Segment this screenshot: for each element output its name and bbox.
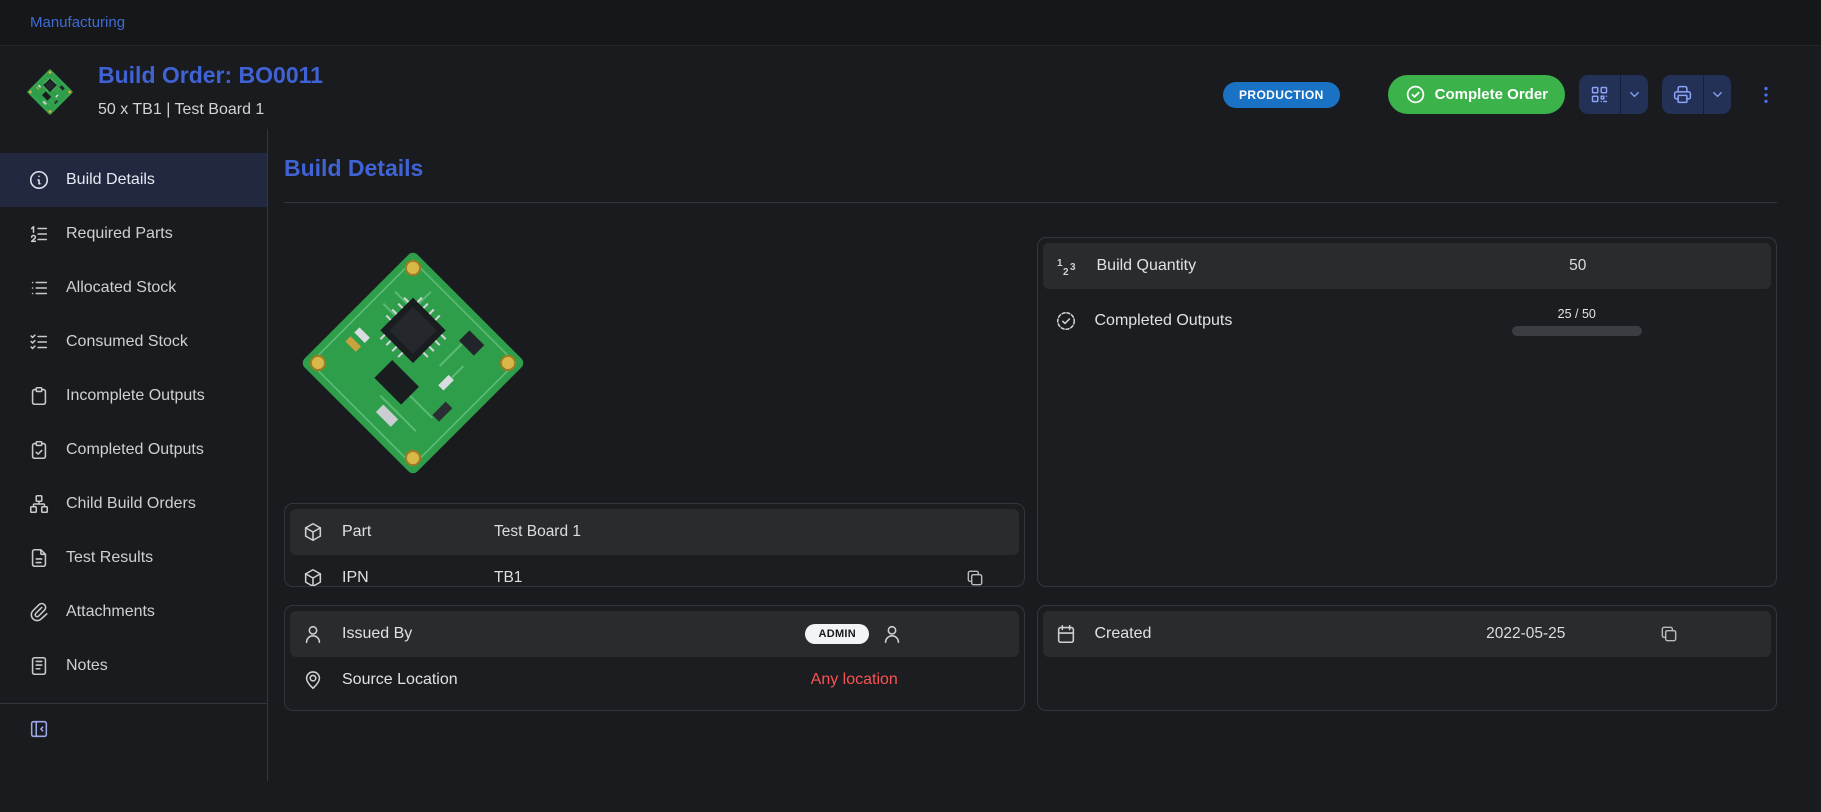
check-circle-icon <box>1405 84 1426 105</box>
notes-icon <box>28 655 50 677</box>
page-header: Build Order: BO0011 50 x TB1 | Test Boar… <box>0 46 1821 129</box>
sidebar-item-test-results[interactable]: Test Results <box>0 531 267 585</box>
sidebar-item-label: Allocated Stock <box>66 279 176 297</box>
sidebar-item-completed-outputs[interactable]: Completed Outputs <box>0 423 267 477</box>
sidebar-item-notes[interactable]: Notes <box>0 639 267 693</box>
detail-value: TB1 <box>494 569 522 587</box>
package-icon <box>302 567 324 587</box>
copy-button[interactable] <box>963 566 987 587</box>
sidebar-item-label: Consumed Stock <box>66 333 188 351</box>
clipboard-check-icon <box>28 439 50 461</box>
detail-label: Completed Outputs <box>1095 310 1395 332</box>
part-image[interactable] <box>284 237 542 489</box>
sidebar-collapse-button[interactable] <box>26 716 52 742</box>
sidebar: Build Details Required Parts Allocated S… <box>0 129 268 781</box>
part-details-panel: Part Test Board 1 IPN TB1 Status PRODUCT… <box>284 503 1025 587</box>
copy-button[interactable] <box>1657 622 1681 646</box>
created-value: 2022-05-25 <box>1486 625 1565 643</box>
detail-row-ipn: IPN TB1 <box>290 555 1019 587</box>
barcode-actions-caret[interactable] <box>1620 75 1648 114</box>
print-actions-caret[interactable] <box>1703 75 1731 114</box>
sidebar-item-allocated-stock[interactable]: Allocated Stock <box>0 261 267 315</box>
sidebar-item-label: Build Details <box>66 171 155 189</box>
detail-label: Build Quantity <box>1097 255 1397 277</box>
sidebar-item-attachments[interactable]: Attachments <box>0 585 267 639</box>
sidebar-item-build-details[interactable]: Build Details <box>0 153 267 207</box>
paperclip-icon <box>28 601 50 623</box>
sidebar-collapse-icon <box>28 718 50 740</box>
created-panel: Created 2022-05-25 <box>1037 605 1778 711</box>
package-icon <box>302 521 324 543</box>
heading-divider <box>284 202 1777 203</box>
part-link[interactable]: Test Board 1 <box>494 523 581 541</box>
list-numbers-icon <box>28 223 50 245</box>
clock-check-icon <box>1055 310 1077 332</box>
user-icon <box>881 623 903 645</box>
sidebar-item-child-build-orders[interactable]: Child Build Orders <box>0 477 267 531</box>
complete-order-button[interactable]: Complete Order <box>1388 75 1565 114</box>
clipboard-icon <box>28 385 50 407</box>
list-check-icon <box>28 331 50 353</box>
chevron-down-icon <box>1710 87 1725 102</box>
qr-code-icon <box>1589 84 1610 105</box>
chevron-down-icon <box>1627 87 1642 102</box>
completed-outputs-progress: 25 / 50 <box>1512 307 1642 336</box>
detail-row-part: Part Test Board 1 <box>290 509 1019 555</box>
panel-heading: Build Details <box>284 155 1777 182</box>
breadcrumb: Manufacturing <box>0 0 1821 46</box>
build-quantity-panel: Build Quantity 50 Completed Outputs 25 /… <box>1037 237 1778 587</box>
page-subtitle: 50 x TB1 | Test Board 1 <box>98 101 323 119</box>
barcode-actions-button[interactable] <box>1579 75 1648 114</box>
printer-icon <box>1672 84 1693 105</box>
issued-by-badge: ADMIN <box>805 624 869 644</box>
detail-label: Issued By <box>342 623 702 645</box>
sidebar-item-label: Notes <box>66 657 108 675</box>
dots-vertical-icon <box>1755 84 1777 106</box>
detail-row-source-location: Source Location Any location <box>290 657 1019 703</box>
sidebar-item-label: Completed Outputs <box>66 441 204 459</box>
source-location-value: Any location <box>811 671 898 689</box>
main-panel: Build Details Part Test Board 1 IPN <box>268 129 1821 781</box>
sidebar-item-label: Incomplete Outputs <box>66 387 205 405</box>
build-order-thumbnail-image[interactable] <box>24 66 76 118</box>
sidebar-item-incomplete-outputs[interactable]: Incomplete Outputs <box>0 369 267 423</box>
detail-label: Part <box>342 521 494 543</box>
detail-label: Created <box>1095 623 1395 645</box>
test-report-icon <box>28 547 50 569</box>
sitemap-icon <box>28 493 50 515</box>
progress-bar <box>1512 326 1642 336</box>
pcb-image <box>287 237 539 489</box>
copy-icon <box>965 568 985 587</box>
print-actions-button[interactable] <box>1662 75 1731 114</box>
complete-order-label: Complete Order <box>1435 86 1548 103</box>
issue-details-panel: Issued By ADMIN Source Location Any loca… <box>284 605 1025 711</box>
calendar-icon <box>1055 623 1077 645</box>
sidebar-item-label: Required Parts <box>66 225 173 243</box>
sidebar-item-consumed-stock[interactable]: Consumed Stock <box>0 315 267 369</box>
detail-label: IPN <box>342 567 494 587</box>
build-quantity-value: 50 <box>1569 257 1586 275</box>
detail-row-created: Created 2022-05-25 <box>1043 611 1772 657</box>
sidebar-item-label: Child Build Orders <box>66 495 196 513</box>
detail-row-completed-outputs: Completed Outputs 25 / 50 <box>1043 289 1772 353</box>
info-circle-icon <box>28 169 50 191</box>
list-icon <box>28 277 50 299</box>
detail-row-issued-by: Issued By ADMIN <box>290 611 1019 657</box>
breadcrumb-link-manufacturing[interactable]: Manufacturing <box>30 14 125 31</box>
status-badge: PRODUCTION <box>1223 82 1340 108</box>
map-pin-icon <box>302 669 324 691</box>
sidebar-item-label: Test Results <box>66 549 153 567</box>
detail-label: Source Location <box>342 669 702 691</box>
numbers-123-icon <box>1055 254 1079 278</box>
sidebar-item-label: Attachments <box>66 603 155 621</box>
copy-icon <box>1659 624 1679 644</box>
overflow-menu-button[interactable] <box>1751 80 1781 110</box>
page-title: Build Order: BO0011 <box>98 62 323 89</box>
sidebar-item-required-parts[interactable]: Required Parts <box>0 207 267 261</box>
progress-label: 25 / 50 <box>1558 307 1596 321</box>
detail-row-build-quantity: Build Quantity 50 <box>1043 243 1772 289</box>
user-icon <box>302 623 324 645</box>
